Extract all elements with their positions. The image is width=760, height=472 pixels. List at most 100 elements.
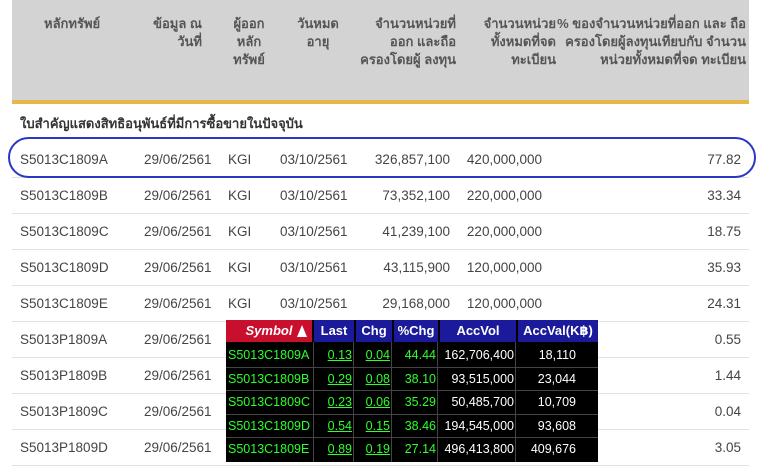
ticker-cell-symbol[interactable]: S5013C1809B	[228, 368, 314, 390]
ticker-cell-accvol: 194,545,000	[444, 418, 514, 433]
header-issuer: ผู้ออก หลัก ทรัพย์	[233, 16, 265, 67]
ticker-cell-chg[interactable]: 0.15	[354, 415, 390, 437]
ticker-cell-accval: 18,110	[538, 348, 576, 362]
cell-units-held: 43,115,900	[383, 260, 450, 275]
ticker-cell-accvol: 162,706,400	[444, 348, 514, 362]
ticker-row-divider	[226, 413, 598, 415]
ticker-cell-last[interactable]: 0.89	[314, 438, 352, 460]
ticker-header-pchg[interactable]: %Chg	[394, 320, 438, 342]
cell-percent: 33.34	[707, 188, 741, 203]
ticker-cell-symbol[interactable]: S5013C1809D	[228, 415, 314, 437]
cell-symbol: S5013P1809A	[20, 332, 108, 347]
ticker-cell-accval: 23,044	[537, 371, 576, 386]
header-accent-bar	[12, 100, 749, 104]
ticker-column-divider	[437, 342, 438, 462]
ticker-cell-accval: 93,608	[537, 418, 576, 433]
section-title: ใบสำคัญแสดงสิทธิอนุพันธ์ที่มีการซื้อขายใ…	[20, 116, 303, 131]
sort-up-icon[interactable]	[297, 325, 307, 337]
cell-units-registered: 120,000,000	[466, 260, 542, 275]
cell-symbol: S5013P1809D	[20, 440, 108, 455]
table-row: S5013C1809B 29/06/2561 KGI 03/10/2561 73,352…	[12, 178, 749, 214]
table-header: หลักทรัพย์ ข้อมูล ณ วันที่ ผู้ออก หลัก ท…	[12, 0, 749, 104]
ticker-header-accval[interactable]: AccVal(K฿)	[518, 320, 598, 342]
header-data-as-of: ข้อมูล ณ วันที่	[153, 16, 202, 49]
header-units-registered: จำนวนหน่วย ทั้งหมดที่จด ทะเบียน	[483, 16, 556, 67]
cell-expiry: 03/10/2561	[280, 260, 348, 275]
cell-symbol: S5013C1809E	[20, 296, 108, 311]
cell-issuer: KGI	[228, 260, 252, 275]
ticker-cell-pchg: 44.44	[404, 348, 436, 362]
ticker-row-divider	[226, 437, 598, 438]
cell-percent: 35.93	[707, 260, 741, 275]
ticker-cell-last[interactable]: 0.13	[314, 344, 352, 366]
cell-issuer: KGI	[228, 224, 252, 239]
cell-symbol: S5013C1809B	[20, 188, 108, 203]
table-row: S5013C1809D 29/06/2561 KGI 03/10/2561 43,115…	[12, 250, 749, 286]
cell-expiry: 03/10/2561	[280, 224, 348, 239]
cell-units-held: 29,168,000	[382, 296, 450, 311]
ticker-cell-accvol: 50,485,700	[451, 395, 514, 409]
table-row: S5013C1809C 29/06/2561 KGI 03/10/2561 41,239…	[12, 214, 749, 250]
cell-percent: 24.31	[707, 296, 741, 311]
ticker-header-chg[interactable]: Chg	[356, 320, 392, 342]
ticker-cell-last[interactable]: 0.29	[314, 368, 352, 390]
ticker-cell-accvol: 93,515,000	[451, 371, 514, 386]
cell-units-registered: 220,000,000	[466, 188, 542, 203]
cell-percent: 18.75	[707, 224, 741, 239]
header-percent-held: % ของจำนวนหน่วยที่ออก และ ถือครองโดยผู้ล…	[557, 16, 746, 67]
cell-units-registered: 220,000,000	[466, 224, 542, 239]
cell-date: 29/06/2561	[144, 296, 212, 311]
cell-expiry: 03/10/2561	[280, 296, 348, 311]
ticker-cell-pchg: 27.14	[404, 442, 436, 456]
header-expiry: วันหมด อายุ	[297, 16, 339, 49]
cell-units-held: 73,352,100	[382, 188, 450, 203]
cell-percent: 0.04	[714, 404, 741, 419]
cell-issuer: KGI	[228, 296, 252, 311]
cell-date: 29/06/2561	[144, 260, 212, 275]
ticker-column-divider	[313, 342, 314, 462]
ticker-header-last[interactable]: Last	[314, 320, 354, 342]
cell-date: 29/06/2561	[144, 404, 212, 419]
cell-symbol: S5013P1809B	[20, 368, 108, 383]
ticker-cell-accval: 409,676	[530, 442, 576, 456]
ticker-column-divider	[353, 342, 354, 462]
ticker-cell-last[interactable]: 0.23	[314, 391, 352, 413]
cell-units-registered: 120,000,000	[466, 296, 542, 311]
ticker-column-divider	[515, 342, 516, 462]
ticker-cell-pchg: 35.29	[404, 395, 436, 409]
cell-percent: 3.05	[714, 440, 741, 455]
cell-symbol: S5013C1809C	[20, 224, 109, 239]
ticker-cell-accval: 10,709	[537, 395, 576, 409]
ticker-cell-symbol[interactable]: S5013C1809A	[228, 344, 314, 366]
ticker-cell-accvol: 496,413,800	[444, 442, 514, 456]
cell-date: 29/06/2561	[144, 188, 212, 203]
ticker-row-divider	[226, 366, 598, 368]
ticker-cell-symbol[interactable]: S5013C1809E	[228, 438, 314, 460]
ticker-popup: Symbol Last Chg %Chg AccVol AccVal(K฿) S…	[226, 320, 598, 462]
ticker-cell-chg[interactable]: 0.19	[354, 438, 390, 460]
table-row: S5013C1809E 29/06/2561 KGI 03/10/2561 29,168…	[12, 286, 749, 322]
cell-date: 29/06/2561	[144, 440, 212, 455]
ticker-cell-last[interactable]: 0.54	[314, 415, 352, 437]
cell-units-held: 41,239,100	[382, 224, 450, 239]
ticker-cell-symbol[interactable]: S5013C1809C	[228, 391, 314, 413]
cell-symbol: S5013P1809C	[20, 404, 108, 419]
cell-expiry: 03/10/2561	[280, 188, 348, 203]
cell-percent: 0.55	[714, 332, 741, 347]
ticker-cell-pchg: 38.10	[404, 371, 436, 386]
ticker-header-accvol[interactable]: AccVol	[440, 320, 516, 342]
cell-date: 29/06/2561	[144, 224, 212, 239]
row-highlight-ellipse	[8, 137, 756, 178]
ticker-cell-chg[interactable]: 0.08	[354, 368, 390, 390]
cell-issuer: KGI	[228, 188, 252, 203]
header-security: หลักทรัพย์	[44, 16, 101, 31]
cell-date: 29/06/2561	[144, 368, 212, 383]
ticker-column-divider	[391, 342, 392, 462]
ticker-row-divider	[226, 390, 598, 391]
ticker-cell-chg[interactable]: 0.06	[354, 391, 390, 413]
ticker-cell-chg[interactable]: 0.04	[354, 344, 390, 366]
cell-symbol: S5013C1809D	[20, 260, 109, 275]
cell-date: 29/06/2561	[144, 332, 212, 347]
ticker-cell-pchg: 38.46	[404, 418, 436, 433]
cell-percent: 1.44	[714, 368, 741, 383]
